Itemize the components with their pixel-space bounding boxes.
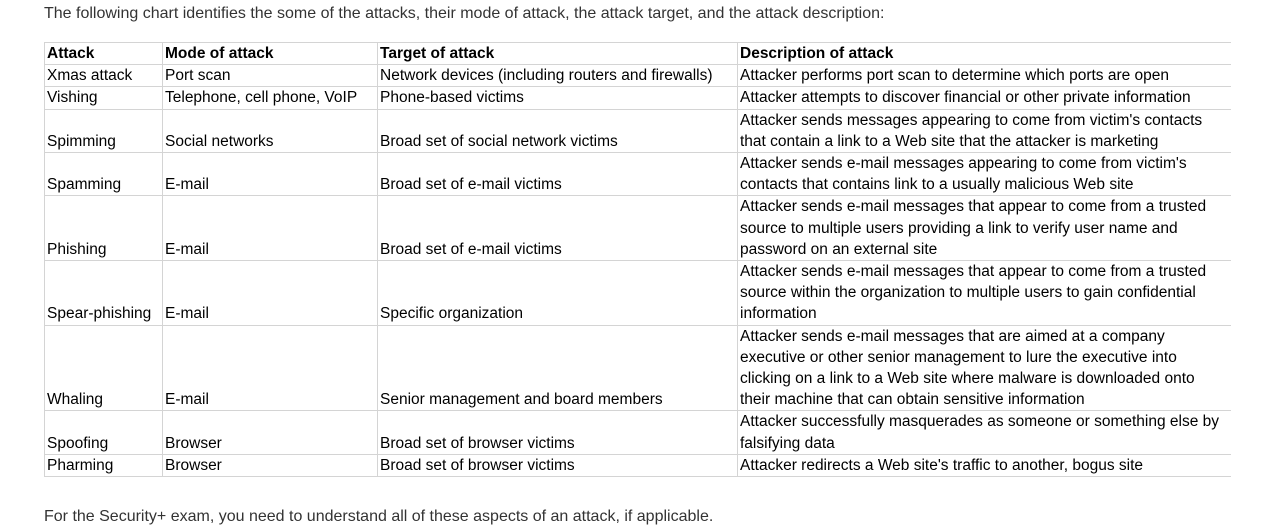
attacks-table-container: Attack Mode of attack Target of attack D… — [44, 42, 1231, 488]
cell-target: Broad set of browser victims — [377, 410, 738, 455]
cell-attack: Spear-phishing — [44, 260, 163, 326]
cell-description: Attacker performs port scan to determine… — [737, 64, 1231, 88]
cell-description: Attacker sends e-mail messages that appe… — [737, 195, 1231, 262]
cell-target: Broad set of social network victims — [377, 108, 738, 154]
cell-attack: Whaling — [44, 324, 163, 412]
cell-description: Attacker sends e-mail messages that appe… — [737, 260, 1231, 326]
table-row: Xmas attack Port scan Network devices (i… — [44, 64, 1231, 88]
cell-description: Attacker redirects a Web site's traffic … — [737, 453, 1231, 478]
cell-target: Broad set of e-mail victims — [377, 195, 738, 262]
cell-target: Phone-based victims — [377, 86, 738, 110]
cell-target: Senior management and board members — [377, 324, 738, 412]
cell-mode: E-mail — [162, 324, 378, 412]
cell-target: Broad set of browser victims — [377, 453, 738, 478]
outro-paragraph: For the Security+ exam, you need to unde… — [44, 508, 714, 525]
cell-attack: Xmas attack — [44, 64, 163, 88]
intro-paragraph: The following chart identifies the some … — [44, 5, 885, 22]
table-header-row: Attack Mode of attack Target of attack D… — [44, 42, 1231, 66]
header-description-of-attack: Description of attack — [737, 42, 1231, 66]
cell-mode: Browser — [162, 453, 378, 478]
cell-mode: E-mail — [162, 260, 378, 326]
cell-description: Attacker sends e-mail messages appearing… — [737, 152, 1231, 197]
cell-attack: Spamming — [44, 152, 163, 197]
cell-target: Specific organization — [377, 260, 738, 326]
table-row: Whaling E-mail Senior management and boa… — [44, 324, 1231, 412]
cell-mode: E-mail — [162, 195, 378, 262]
cell-description: Attacker sends e-mail messages that are … — [737, 324, 1231, 412]
table-row: Spoofing Browser Broad set of browser vi… — [44, 410, 1231, 455]
cell-mode: Social networks — [162, 108, 378, 154]
cell-mode: Telephone, cell phone, VoIP — [162, 86, 378, 110]
cell-attack: Vishing — [44, 86, 163, 110]
table-row: Vishing Telephone, cell phone, VoIP Phon… — [44, 86, 1231, 110]
table-row: Pharming Browser Broad set of browser vi… — [44, 453, 1231, 478]
cell-target: Broad set of e-mail victims — [377, 152, 738, 197]
cell-attack: Spimming — [44, 108, 163, 154]
cell-description: Attacker successfully masquerades as som… — [737, 410, 1231, 455]
header-target-of-attack: Target of attack — [377, 42, 738, 66]
cell-mode: Browser — [162, 410, 378, 455]
table-row: Spimming Social networks Broad set of so… — [44, 108, 1231, 154]
cell-description: Attacker attempts to discover financial … — [737, 86, 1231, 110]
cell-attack: Phishing — [44, 195, 163, 262]
attacks-table: Attack Mode of attack Target of attack D… — [44, 42, 1231, 478]
header-mode-of-attack: Mode of attack — [162, 42, 378, 66]
cell-description: Attacker sends messages appearing to com… — [737, 108, 1231, 154]
cell-mode: E-mail — [162, 152, 378, 197]
table-row: Spear-phishing E-mail Specific organizat… — [44, 260, 1231, 326]
cell-attack: Spoofing — [44, 410, 163, 455]
table-row: Phishing E-mail Broad set of e-mail vict… — [44, 195, 1231, 262]
cell-attack: Pharming — [44, 453, 163, 478]
cell-mode: Port scan — [162, 64, 378, 88]
table-row: Spamming E-mail Broad set of e-mail vict… — [44, 152, 1231, 197]
header-attack: Attack — [44, 42, 163, 66]
cell-target: Network devices (including routers and f… — [377, 64, 738, 88]
